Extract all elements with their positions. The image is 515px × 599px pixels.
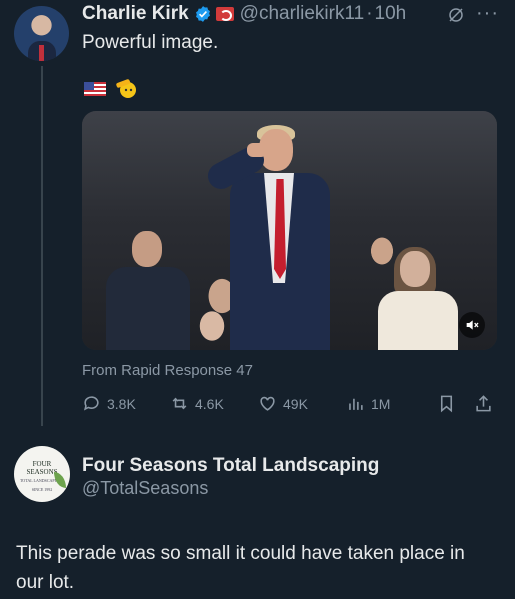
grok-icon[interactable] [447, 6, 465, 24]
reply-icon [83, 396, 99, 411]
repost-button[interactable]: 4.6K [170, 394, 224, 413]
like-count: 49K [283, 395, 308, 412]
video-media[interactable] [82, 111, 497, 350]
tweet-text: Powerful image. [82, 32, 219, 53]
like-button[interactable]: 49K [258, 394, 308, 413]
reply-button[interactable]: 3.8K [82, 394, 136, 413]
reply-author-name[interactable]: Four Seasons Total Landscaping [82, 455, 379, 477]
muted-speaker-icon[interactable] [459, 312, 485, 338]
author-name[interactable]: Charlie Kirk [82, 3, 189, 25]
repost-count: 4.6K [195, 395, 224, 412]
emoji-row [84, 79, 138, 99]
heart-icon [260, 396, 275, 411]
views-icon [349, 398, 363, 410]
verified-badge-icon [195, 6, 210, 22]
reply-text: This perade was so small it could have t… [16, 543, 465, 593]
bookmark-icon[interactable] [437, 394, 456, 413]
view-count: 1M [371, 395, 391, 412]
saluting-face-emoji-icon [116, 79, 136, 98]
more-options-icon[interactable]: ··· [476, 3, 499, 23]
avatar-tie [39, 45, 44, 61]
tweet-header: Charlie Kirk @charliekirk11 · 10h [82, 3, 406, 25]
author-handle[interactable]: @charliekirk11 [240, 3, 365, 25]
person-right [372, 247, 462, 350]
tweet-actions: 3.8K 4.6K 49K 1M [82, 394, 497, 416]
avatar-logo-title: FOUR SEASONS [26, 460, 58, 476]
tweet-time[interactable]: 10h [375, 3, 407, 25]
affiliation-badge-icon [215, 7, 234, 21]
media-source[interactable]: From Rapid Response 47 [82, 362, 253, 379]
person-left [102, 231, 192, 350]
reply-author-avatar[interactable]: FOUR SEASONS TOTAL LANDSCAPING · SINCE 1… [14, 446, 70, 502]
views-button[interactable]: 1M [346, 394, 390, 413]
reply-count: 3.8K [107, 395, 136, 412]
separator-dot: · [366, 3, 373, 24]
thread-connector-line [41, 66, 43, 426]
author-avatar[interactable] [14, 6, 69, 61]
us-flag-emoji-icon [84, 82, 106, 96]
saluting-figure [202, 121, 372, 350]
share-icon[interactable] [474, 394, 493, 413]
repost-icon [172, 397, 187, 410]
reply-author-handle[interactable]: @TotalSeasons [82, 478, 208, 499]
